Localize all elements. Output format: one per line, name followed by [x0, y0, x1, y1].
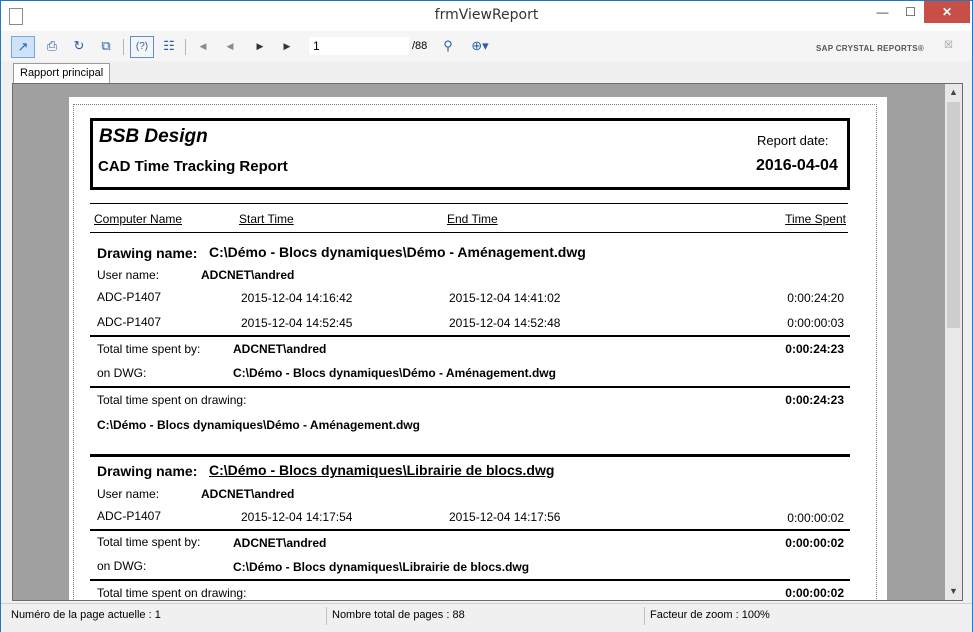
divider	[90, 335, 850, 337]
next-page-icon[interactable]: ▶	[249, 36, 271, 56]
status-separator	[326, 607, 327, 625]
column-header-end-time[interactable]: End Time	[447, 212, 498, 226]
page-total-label: /88	[412, 40, 428, 52]
page-number-input[interactable]: 1	[309, 37, 409, 55]
report-viewer-window: frmViewReport — ☐ ✕ ↗ ⎙ ↻ ⧉ (?) ☷ ◀ ◀ ▶ …	[0, 0, 973, 632]
row-time-spent: 0:00:00:03	[787, 316, 844, 330]
row-computer-name: ADC-P1407	[97, 315, 162, 329]
window-title: frmViewReport	[434, 7, 539, 23]
report-title: CAD Time Tracking Report	[98, 158, 288, 175]
drawing-name-label: Drawing name:	[97, 463, 198, 479]
last-page-icon[interactable]: ▶	[276, 36, 298, 56]
refresh-icon[interactable]: ↻	[68, 36, 90, 56]
row-computer-name: ADC-P1407	[97, 290, 162, 304]
close-tab-icon[interactable]: ☒	[944, 40, 953, 51]
row-start-time: 2015-12-04 14:52:45	[241, 316, 353, 330]
column-header-computer-name[interactable]: Computer Name	[94, 212, 182, 226]
total-by-user-time: 0:00:24:23	[785, 342, 844, 356]
column-header-time-spent[interactable]: Time Spent	[785, 212, 846, 226]
row-computer-name: ADC-P1407	[97, 509, 162, 523]
total-by-user-time: 0:00:00:02	[785, 536, 844, 550]
on-dwg-path: C:\Démo - Blocs dynamiques\Librairie de …	[233, 560, 530, 574]
drawing-name-label: Drawing name:	[97, 245, 198, 261]
group-divider	[90, 454, 850, 457]
status-current-page: Numéro de la page actuelle : 1	[11, 609, 161, 621]
status-zoom: Facteur de zoom : 100%	[650, 609, 770, 621]
row-end-time: 2015-12-04 14:52:48	[449, 316, 561, 330]
row-time-spent: 0:00:00:02	[787, 511, 844, 525]
total-drawing-time: 0:00:00:02	[785, 586, 844, 600]
row-start-time: 2015-12-04 14:16:42	[241, 291, 353, 305]
report-date-label: Report date:	[757, 133, 829, 148]
print-icon[interactable]: ⎙	[41, 36, 63, 56]
title-bar[interactable]: frmViewReport — ☐ ✕	[1, 1, 972, 31]
copy-icon[interactable]: ⧉	[95, 36, 117, 56]
report-page: BSB Design CAD Time Tracking Report Repo…	[69, 97, 887, 600]
total-drawing-label: Total time spent on drawing:	[97, 586, 247, 600]
report-view[interactable]: BSB Design CAD Time Tracking Report Repo…	[12, 83, 963, 601]
divider	[90, 579, 850, 581]
total-drawing-label: Total time spent on drawing:	[97, 393, 247, 407]
report-date: 2016-04-04	[756, 157, 838, 174]
on-dwg-label: on DWG:	[97, 366, 147, 380]
scroll-up-icon[interactable]: ▲	[945, 84, 962, 101]
total-by-user: ADCNET\andred	[233, 536, 327, 550]
on-dwg-label: on DWG:	[97, 559, 147, 573]
group-tree-icon[interactable]: ☷	[158, 36, 180, 56]
user-name: ADCNET\andred	[201, 268, 295, 282]
find-icon[interactable]: ⚲	[437, 36, 459, 56]
column-header-start-time[interactable]: Start Time	[239, 212, 294, 226]
first-page-icon[interactable]: ◀	[192, 36, 214, 56]
column-header-row: Computer Name Start Time End Time Time S…	[90, 203, 848, 233]
crystal-reports-brand: SAP CRYSTAL REPORTS®	[816, 44, 925, 53]
row-time-spent: 0:00:24:20	[787, 291, 844, 305]
company-name: BSB Design	[99, 126, 208, 147]
report-header-box: BSB Design CAD Time Tracking Report Repo…	[90, 118, 850, 190]
total-drawing-path: C:\Démo - Blocs dynamiques\Démo - Aménag…	[97, 418, 420, 432]
divider	[90, 386, 850, 388]
status-bar: Numéro de la page actuelle : 1 Nombre to…	[1, 603, 972, 632]
divider	[90, 529, 850, 531]
zoom-icon[interactable]: ⊕▾	[464, 36, 496, 56]
status-separator	[644, 607, 645, 625]
drawing-name[interactable]: C:\Démo - Blocs dynamiques\Démo - Aménag…	[209, 244, 586, 260]
total-by-label: Total time spent by:	[97, 535, 201, 549]
total-drawing-time: 0:00:24:23	[785, 393, 844, 407]
vertical-scrollbar[interactable]: ▲ ▼	[945, 84, 962, 600]
close-button[interactable]: ✕	[924, 1, 970, 23]
tab-main-report[interactable]: Rapport principal	[13, 63, 111, 84]
minimize-button[interactable]: —	[868, 1, 897, 23]
previous-page-icon[interactable]: ◀	[219, 36, 241, 56]
toolbar: ↗ ⎙ ↻ ⧉ (?) ☷ ◀ ◀ ▶ ▶ 1 /88 ⚲ ⊕▾ SAP CRY…	[1, 31, 972, 61]
user-name-label: User name:	[97, 487, 160, 501]
user-name: ADCNET\andred	[201, 487, 295, 501]
scroll-down-icon[interactable]: ▼	[945, 583, 962, 600]
total-by-label: Total time spent by:	[97, 342, 201, 356]
tab-strip: Rapport principal	[1, 61, 972, 84]
row-end-time: 2015-12-04 14:17:56	[449, 510, 561, 524]
help-icon[interactable]: (?)	[130, 36, 154, 58]
on-dwg-path: C:\Démo - Blocs dynamiques\Démo - Aménag…	[233, 366, 556, 380]
row-end-time: 2015-12-04 14:41:02	[449, 291, 561, 305]
toolbar-separator	[123, 39, 124, 55]
export-icon[interactable]: ↗	[11, 36, 35, 58]
drawing-name[interactable]: C:\Démo - Blocs dynamiques\Librairie de …	[209, 462, 554, 478]
status-total-pages: Nombre total de pages : 88	[332, 609, 465, 621]
user-name-label: User name:	[97, 268, 160, 282]
scroll-thumb[interactable]	[947, 102, 960, 328]
total-by-user: ADCNET\andred	[233, 342, 327, 356]
maximize-button[interactable]: ☐	[896, 1, 925, 23]
row-start-time: 2015-12-04 14:17:54	[241, 510, 353, 524]
toolbar-separator	[185, 39, 186, 55]
